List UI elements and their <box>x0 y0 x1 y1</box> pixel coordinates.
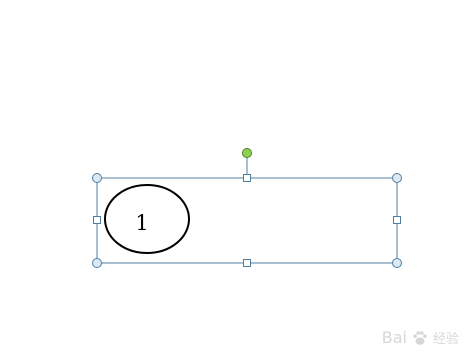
watermark: Bai 经验 <box>382 328 459 347</box>
resize-handle-bottom-left[interactable] <box>92 258 102 268</box>
resize-handle-top-left[interactable] <box>92 173 102 183</box>
slide-canvas: 1 <box>92 148 402 268</box>
resize-handle-top-right[interactable] <box>392 173 402 183</box>
rotate-handle[interactable] <box>242 148 252 158</box>
resize-handle-right[interactable] <box>393 216 401 224</box>
resize-handle-top[interactable] <box>243 174 251 182</box>
ellipse-shape[interactable]: 1 <box>104 184 190 254</box>
resize-handle-bottom-right[interactable] <box>392 258 402 268</box>
resize-handle-bottom[interactable] <box>243 259 251 267</box>
resize-handle-left[interactable] <box>93 216 101 224</box>
watermark-brand: Bai <box>381 328 407 347</box>
watermark-suffix: 经验 <box>432 332 459 347</box>
ellipse-label: 1 <box>135 211 148 235</box>
paw-icon <box>413 330 427 345</box>
